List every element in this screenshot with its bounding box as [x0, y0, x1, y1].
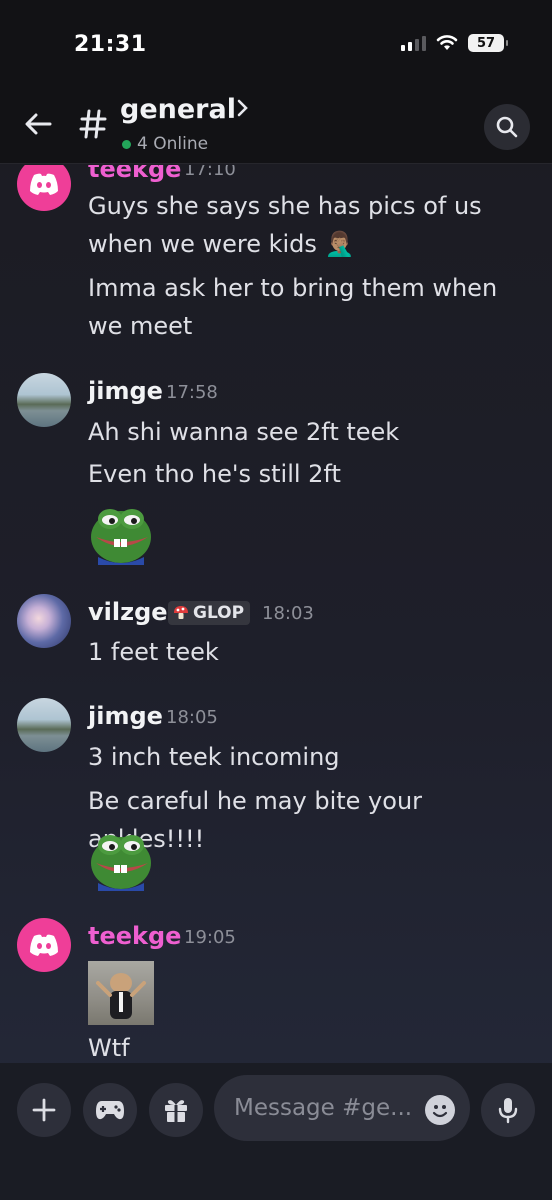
microphone-icon [498, 1098, 518, 1124]
pepe-sticker[interactable] [88, 499, 154, 565]
message-text: 1 feet teek [88, 638, 219, 666]
message-text: Imma ask her to bring them when we meet [88, 274, 498, 340]
plus-icon [32, 1098, 56, 1122]
role-tag[interactable]: GLOP [168, 601, 250, 625]
message-timestamp: 18:03 [262, 603, 314, 624]
activities-button[interactable] [83, 1083, 137, 1137]
battery-indicator: 57 [468, 34, 508, 52]
status-bar: 21:31 57 [0, 0, 552, 90]
avatar[interactable] [17, 594, 71, 648]
chevron-right-icon[interactable] [236, 98, 250, 118]
message-username[interactable]: jimge [88, 377, 163, 405]
message-timestamp: 18:05 [166, 707, 218, 728]
message-username[interactable]: teekge [88, 922, 181, 950]
status-time: 21:31 [74, 32, 147, 57]
message-timestamp: 19:05 [184, 927, 236, 948]
online-dot-icon [122, 139, 131, 149]
status-icons: 57 [401, 34, 508, 52]
message-username[interactable]: jimge [88, 702, 163, 730]
smiley-icon [432, 1105, 448, 1118]
avatar[interactable] [17, 165, 71, 211]
hamster-gif[interactable] [88, 961, 154, 1025]
online-status: 4 Online [122, 134, 208, 154]
gift-icon [165, 1100, 187, 1122]
channel-title[interactable]: general [120, 94, 236, 125]
hashtag-icon [76, 104, 110, 144]
message-timestamp: 17:58 [166, 382, 218, 403]
avatar[interactable] [17, 373, 71, 427]
back-button[interactable] [18, 104, 58, 144]
search-button[interactable] [484, 104, 530, 150]
cellular-signal-icon [401, 35, 426, 51]
avatar[interactable] [17, 698, 71, 752]
online-count: 4 Online [137, 134, 209, 154]
channel-header: general 4 Online [0, 90, 552, 164]
discord-logo-icon [30, 173, 58, 195]
message-composer [0, 1063, 552, 1200]
search-icon [496, 116, 518, 138]
avatar[interactable] [17, 918, 71, 972]
role-label: GLOP [193, 603, 245, 623]
emoji-button[interactable] [425, 1095, 455, 1125]
message-text: Ah shi wanna see 2ft teek [88, 418, 400, 446]
gamepad-icon [96, 1101, 124, 1120]
gift-button[interactable] [149, 1083, 203, 1137]
message-text: Guys she says she has pics of us when we… [88, 192, 482, 258]
discord-logo-icon [30, 934, 58, 956]
wifi-icon [436, 35, 458, 50]
add-attachment-button[interactable] [17, 1083, 71, 1137]
message-text: Wtf [88, 1034, 130, 1062]
arrow-left-icon [25, 113, 52, 135]
message-text: Even tho he's still 2ft [88, 460, 341, 488]
message-list[interactable]: teekge 17:10 Guys she says she has pics … [0, 165, 552, 1063]
mushroom-icon [174, 606, 188, 619]
message-text: 3 inch teek incoming [88, 743, 340, 771]
message-username[interactable]: teekge [88, 165, 181, 183]
pepe-sticker[interactable] [88, 825, 154, 891]
voice-message-button[interactable] [481, 1083, 535, 1137]
message-username[interactable]: vilzge [88, 598, 168, 626]
message-timestamp: 17:10 [184, 165, 236, 180]
message-text: Be careful he may bite your ankles!!!! [88, 787, 423, 853]
